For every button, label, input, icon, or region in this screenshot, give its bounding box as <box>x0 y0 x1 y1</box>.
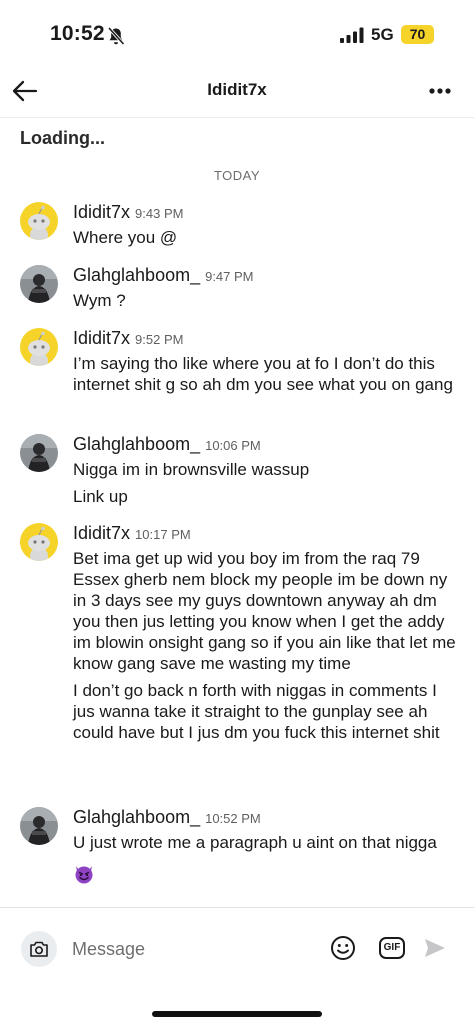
username[interactable]: Glahglahboom_ <box>73 265 200 285</box>
gif-icon[interactable]: GIF <box>379 937 405 959</box>
message-text: Where you @ <box>73 228 178 247</box>
message-composer: GIF <box>0 907 474 989</box>
message-text: I’m saying tho like where you at fo I do… <box>73 354 453 394</box>
camera-button[interactable] <box>21 931 57 967</box>
status-bar: 10:52 5G 70 <box>0 0 474 66</box>
signal-bars-icon <box>340 27 364 43</box>
snoo-yellow-avatar[interactable] <box>20 202 58 240</box>
timestamp: 10:17 PM <box>135 527 191 542</box>
photo-avatar[interactable] <box>20 807 58 845</box>
message-body: Where you @ <box>73 227 458 254</box>
network-type: 5G <box>371 25 394 44</box>
status-time: 10:52 <box>50 22 105 45</box>
camera-icon <box>30 941 48 957</box>
username[interactable]: Ididit7x <box>73 202 130 222</box>
message-text: I don’t go back n forth with niggas in c… <box>73 681 440 742</box>
home-indicator <box>152 1011 322 1017</box>
message-text: Nigga im in brownsville wassup <box>73 460 310 479</box>
message-text: Link up <box>73 487 128 506</box>
message-header: Glahglahboom_ 10:52 PM <box>73 807 261 828</box>
message-header: Glahglahboom_ 10:06 PM <box>73 434 261 455</box>
battery-indicator: 70 <box>401 25 434 44</box>
username[interactable]: Ididit7x <box>73 523 130 543</box>
message-input[interactable] <box>72 934 312 964</box>
message-text: Bet ima get up wid you boy im from the r… <box>73 549 456 673</box>
day-separator: TODAY <box>213 168 261 183</box>
chat-header: Ididit7x <box>0 66 474 118</box>
smiley-icon[interactable] <box>330 935 356 961</box>
photo-avatar[interactable] <box>20 434 58 472</box>
snoo-yellow-avatar[interactable] <box>20 328 58 366</box>
smiling-devil-emoji <box>75 866 93 884</box>
ellipsis-icon[interactable] <box>425 78 455 104</box>
bell-slash-icon <box>107 26 125 46</box>
message-body: I’m saying tho like where you at fo I do… <box>73 353 458 401</box>
message-body: Nigga im in brownsville wassup Link up <box>73 459 458 513</box>
timestamp: 9:43 PM <box>135 206 184 221</box>
message-header: Glahglahboom_ 9:47 PM <box>73 265 254 286</box>
send-icon[interactable] <box>423 936 447 960</box>
message-body: U just wrote me a paragraph u aint on th… <box>73 832 458 889</box>
message-header: Ididit7x 9:43 PM <box>73 202 183 223</box>
timestamp: 9:52 PM <box>135 332 184 347</box>
message-text: Wym ? <box>73 291 126 310</box>
arrow-left-icon[interactable] <box>10 76 40 106</box>
chat-title: Ididit7x <box>207 80 267 99</box>
message-body: Wym ? <box>73 290 458 317</box>
message-body: Bet ima get up wid you boy im from the r… <box>73 548 458 749</box>
snoo-yellow-avatar[interactable] <box>20 523 58 561</box>
message-text: U just wrote me a paragraph u aint on th… <box>73 833 437 852</box>
message-header: Ididit7x 10:17 PM <box>73 523 191 544</box>
photo-avatar[interactable] <box>20 265 58 303</box>
username[interactable]: Glahglahboom_ <box>73 807 200 827</box>
loading-indicator: Loading... <box>20 128 105 148</box>
timestamp: 9:47 PM <box>205 269 254 284</box>
username[interactable]: Ididit7x <box>73 328 130 348</box>
timestamp: 10:06 PM <box>205 438 261 453</box>
message-header: Ididit7x 9:52 PM <box>73 328 183 349</box>
username[interactable]: Glahglahboom_ <box>73 434 200 454</box>
timestamp: 10:52 PM <box>205 811 261 826</box>
